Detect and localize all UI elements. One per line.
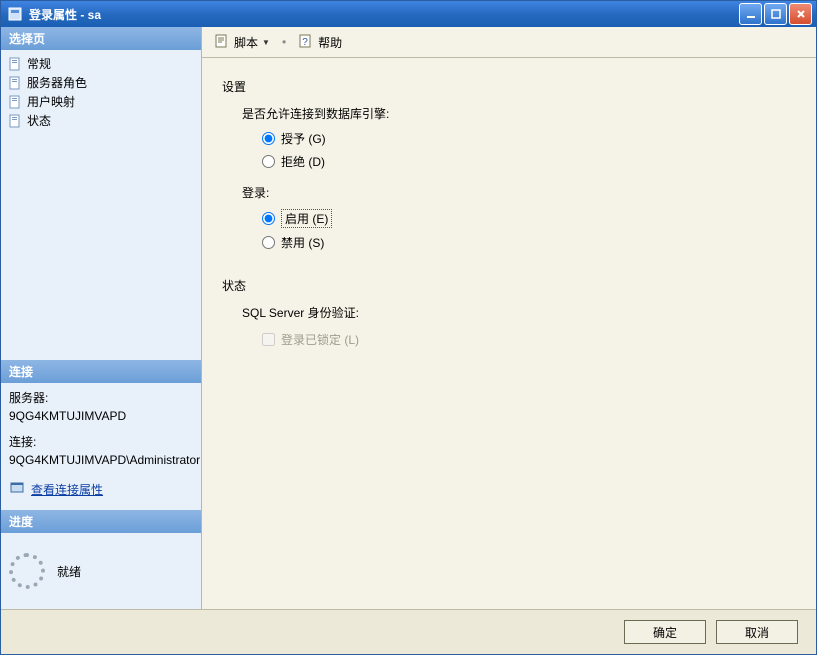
- radio-disable-input[interactable]: [262, 236, 275, 249]
- radio-deny-input[interactable]: [262, 155, 275, 168]
- window-controls: [739, 3, 812, 25]
- connection-info: 服务器: 9QG4KMTUJIMVAPD 连接: 9QG4KMTUJIMVAPD…: [1, 383, 201, 510]
- page-icon: [7, 56, 23, 72]
- radio-enable-label: 启用 (E): [281, 209, 332, 228]
- sidebar-item-label: 服务器角色: [27, 74, 87, 91]
- link-icon: [9, 479, 25, 500]
- page-icon: [7, 113, 23, 129]
- toolbar: 脚本 ▼ • ? 帮助: [202, 27, 816, 58]
- radio-grant-label: 授予 (G): [281, 130, 326, 147]
- radio-grant[interactable]: 授予 (G): [262, 130, 802, 147]
- radio-enable-input[interactable]: [262, 212, 275, 225]
- radio-deny-label: 拒绝 (D): [281, 153, 325, 170]
- sidebar-header-select: 选择页: [1, 27, 201, 50]
- radio-disable-label: 禁用 (S): [281, 234, 324, 251]
- progress-spinner-icon: [9, 553, 45, 589]
- script-button[interactable]: 脚本 ▼: [210, 31, 274, 54]
- locked-label: 登录已锁定 (L): [281, 331, 359, 348]
- page-icon: [7, 94, 23, 110]
- radio-grant-input[interactable]: [262, 132, 275, 145]
- server-label: 服务器:: [9, 389, 193, 407]
- locked-checkbox-row: 登录已锁定 (L): [262, 331, 802, 348]
- sidebar-item-status[interactable]: 状态: [5, 111, 197, 130]
- connection-value: 9QG4KMTUJIMVAPD\Administrator: [9, 451, 193, 469]
- progress-block: 就绪: [1, 533, 201, 609]
- sidebar-header-connection: 连接: [1, 360, 201, 383]
- svg-text:?: ?: [302, 37, 308, 48]
- script-icon: [214, 33, 230, 52]
- button-bar: 确定 取消: [1, 609, 816, 654]
- radio-deny[interactable]: 拒绝 (D): [262, 153, 802, 170]
- titlebar: 登录属性 - sa: [1, 1, 816, 27]
- app-icon: [7, 6, 23, 22]
- close-button[interactable]: [789, 3, 812, 25]
- sidebar-item-server-roles[interactable]: 服务器角色: [5, 73, 197, 92]
- maximize-button[interactable]: [764, 3, 787, 25]
- settings-title: 设置: [222, 78, 802, 95]
- help-label: 帮助: [318, 34, 342, 51]
- server-value: 9QG4KMTUJIMVAPD: [9, 407, 193, 425]
- sidebar-spacer: [1, 138, 201, 360]
- help-button[interactable]: ? 帮助: [294, 31, 346, 54]
- chevron-down-icon: ▼: [262, 38, 270, 47]
- sidebar-header-progress: 进度: [1, 510, 201, 533]
- cancel-button[interactable]: 取消: [716, 620, 798, 644]
- sql-auth-label: SQL Server 身份验证:: [242, 304, 802, 321]
- main-panel: 脚本 ▼ • ? 帮助 设置 是否允许连接到数据库引擎:: [202, 27, 816, 609]
- sidebar-item-label: 用户映射: [27, 93, 75, 110]
- toolbar-separator: •: [278, 35, 290, 49]
- connect-permission-label: 是否允许连接到数据库引擎:: [242, 105, 802, 122]
- locked-checkbox: [262, 333, 275, 346]
- status-title: 状态: [222, 277, 802, 294]
- radio-disable[interactable]: 禁用 (S): [262, 234, 802, 251]
- sidebar: 选择页 常规 服务器角色: [1, 27, 202, 609]
- minimize-button[interactable]: [739, 3, 762, 25]
- dialog-window: 登录属性 - sa 选择页: [0, 0, 817, 655]
- ok-button[interactable]: 确定: [624, 620, 706, 644]
- content-area: 设置 是否允许连接到数据库引擎: 授予 (G) 拒绝 (D) 登录:: [202, 58, 816, 609]
- login-title: 登录:: [242, 184, 802, 201]
- help-icon: ?: [298, 33, 314, 52]
- sidebar-item-label: 状态: [27, 112, 51, 129]
- connection-label: 连接:: [9, 433, 193, 451]
- dialog-body: 选择页 常规 服务器角色: [1, 27, 816, 609]
- window-title: 登录属性 - sa: [29, 6, 739, 23]
- link-text: 查看连接属性: [31, 481, 103, 499]
- script-label: 脚本: [234, 34, 258, 51]
- page-icon: [7, 75, 23, 91]
- sidebar-item-label: 常规: [27, 55, 51, 72]
- sidebar-nav: 常规 服务器角色 用户映射: [1, 50, 201, 138]
- radio-enable[interactable]: 启用 (E): [262, 209, 802, 228]
- view-connection-properties-link[interactable]: 查看连接属性: [9, 479, 103, 500]
- progress-status: 就绪: [57, 563, 81, 580]
- sidebar-item-general[interactable]: 常规: [5, 54, 197, 73]
- sidebar-item-user-mapping[interactable]: 用户映射: [5, 92, 197, 111]
